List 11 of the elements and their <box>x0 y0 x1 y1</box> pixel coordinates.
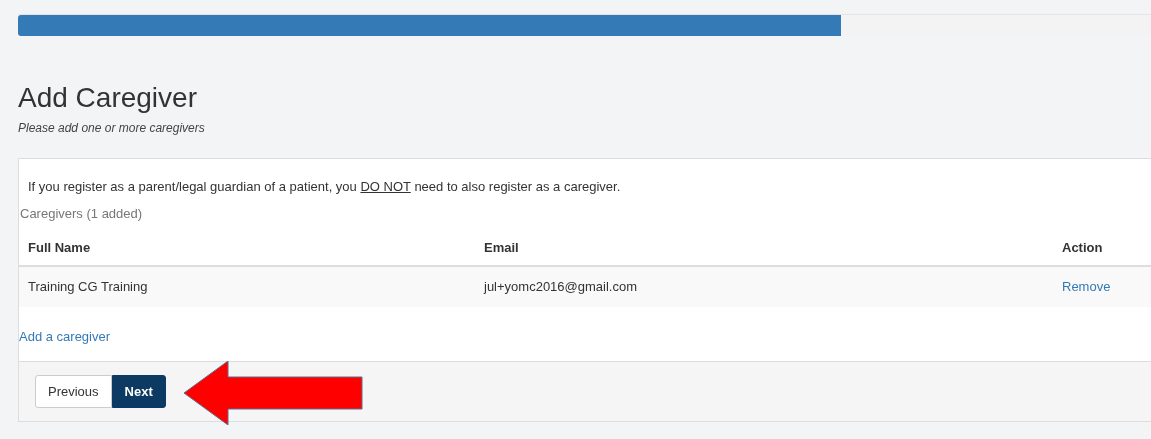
previous-button[interactable]: Previous <box>35 374 112 409</box>
notice-text: If you register as a parent/legal guardian of a patient, you DO NOT need to also register as a caregiver. <box>27 177 622 196</box>
table-caption: Caregivers (1 added) <box>19 205 144 224</box>
page-subtitle: Please add one or more caregivers <box>18 119 206 137</box>
table-cell: jul+yomc2016@gmail.com <box>475 266 1053 307</box>
add-caregiver-link[interactable]: Add a caregiver <box>19 326 111 347</box>
page-title: Add Caregiver <box>18 81 198 115</box>
table-cell: Training CG Training <box>19 266 475 307</box>
remove-link[interactable]: Remove <box>1062 279 1111 295</box>
arrow-icon <box>183 360 364 425</box>
next-button[interactable]: Next <box>111 374 166 409</box>
